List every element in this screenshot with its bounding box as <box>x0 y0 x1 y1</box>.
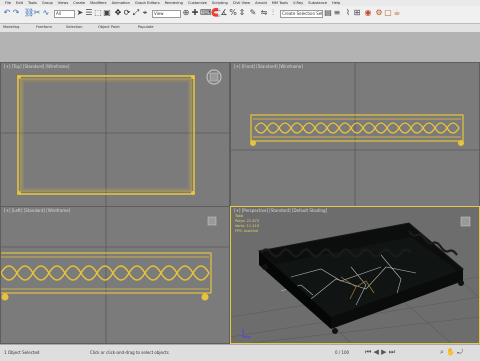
menu-item[interactable]: Rendering <box>165 1 183 5</box>
select-object-icon[interactable]: ➤ <box>76 9 84 17</box>
link-icon[interactable]: ⛓ <box>24 9 34 17</box>
ribbon-tab-object-paint[interactable]: Object Paint <box>98 25 120 29</box>
keyboard-shortcut-icon[interactable]: ⌨ <box>200 9 212 17</box>
place-icon[interactable]: ⌖ <box>141 9 149 17</box>
redo-icon[interactable]: ↷ <box>12 9 20 17</box>
menu-item[interactable]: Help <box>332 1 340 5</box>
align-icon[interactable]: ⫶ <box>269 9 277 17</box>
reference-coordinate-dropdown[interactable]: View <box>152 10 181 18</box>
toggle-scene-explorer-icon[interactable]: ▤ <box>324 9 332 17</box>
menu-item[interactable]: File <box>5 1 11 5</box>
menu-item[interactable]: Substance <box>308 1 327 5</box>
render-setup-icon[interactable]: ⚙ <box>375 9 383 17</box>
angle-snap-icon[interactable]: ∡ <box>220 9 228 17</box>
left-view-wireframe <box>1 207 229 343</box>
viewport-perspective[interactable]: [+] [Perspective] [Standard] [Default Sh… <box>230 206 480 344</box>
curve-editor-icon[interactable]: ⌇ <box>344 9 352 17</box>
menu-item[interactable]: Graph Editors <box>135 1 160 5</box>
ribbon-tabs: Modeling Freeform Selection Object Paint… <box>0 24 480 32</box>
menu-item[interactable]: Animation <box>112 1 130 5</box>
scale-icon[interactable]: ⤢ <box>132 9 140 17</box>
spinner-snap-icon[interactable]: ⇕ <box>238 9 246 17</box>
rotate-icon[interactable]: ⟳ <box>123 9 131 17</box>
menu-item[interactable]: Modifiers <box>90 1 106 5</box>
bind-spacewarp-icon[interactable]: ∿ <box>42 9 50 17</box>
status-bar: 1 Object Selected Click or click-and-dra… <box>0 344 480 361</box>
snaps-toggle-icon[interactable]: 🧲 <box>211 9 221 17</box>
menu-item[interactable]: Tools <box>28 1 37 5</box>
render-production-icon[interactable]: ☕ <box>393 9 401 17</box>
menu-item[interactable]: Group <box>42 1 53 5</box>
select-by-name-icon[interactable]: ☰ <box>85 9 93 17</box>
window-crossing-icon[interactable]: ▣ <box>103 9 111 17</box>
frame-counter[interactable]: 0 / 100 <box>335 350 349 355</box>
named-selection-set-dropdown[interactable]: Create Selection Set <box>280 10 323 18</box>
menu-item[interactable]: V-Ray <box>293 1 303 5</box>
ribbon-tab-selection[interactable]: Selection <box>66 25 83 29</box>
menu-item[interactable]: Scripting <box>212 1 228 5</box>
menu-item[interactable]: Arnold <box>255 1 267 5</box>
selection-filter-dropdown[interactable]: All <box>54 10 75 18</box>
menu-item[interactable]: Views <box>58 1 68 5</box>
viewport-left[interactable]: [+] [Left] [Standard] [Wireframe] <box>0 206 230 344</box>
mirror-icon[interactable]: ⇋ <box>260 9 268 17</box>
undo-icon[interactable]: ↶ <box>3 9 11 17</box>
percent-snap-icon[interactable]: % <box>229 9 237 17</box>
pivot-center-icon[interactable]: ⊕ <box>182 9 190 17</box>
menu-item[interactable]: Civil View <box>233 1 250 5</box>
main-toolbar: ↶ ↷ ⛓ ✂ ∿ All ➤ ☰ ⬚ ▣ ✥ ⟳ ⤢ ⌖ View ⊕ ✚ ⌨… <box>0 6 480 24</box>
material-editor-icon[interactable]: ◉ <box>364 9 372 17</box>
rendered-frame-window-icon[interactable]: ▢ <box>384 9 392 17</box>
playback-controls-icon[interactable]: ⏮ ◀ ▶ ⏭ <box>365 348 395 357</box>
perspective-render <box>231 216 479 343</box>
toggle-layer-explorer-icon[interactable]: ≡ <box>333 9 341 17</box>
ribbon-tab-populate[interactable]: Populate <box>138 25 154 29</box>
ribbon-tab-freeform[interactable]: Freeform <box>36 25 52 29</box>
prompt-line: Click or click-and-drag to select object… <box>90 350 169 355</box>
edit-named-selections-icon[interactable]: ✎ <box>249 9 257 17</box>
ribbon-tab-modeling[interactable]: Modeling <box>3 25 19 29</box>
unlink-icon[interactable]: ✂ <box>33 9 41 17</box>
menu-item[interactable]: MM Tools <box>272 1 288 5</box>
move-icon[interactable]: ✥ <box>114 9 122 17</box>
selection-status: 1 Object Selected <box>4 350 40 355</box>
menu-item[interactable]: Create <box>73 1 85 5</box>
rect-selection-icon[interactable]: ⬚ <box>94 9 102 17</box>
menu-item[interactable]: Customize <box>188 1 207 5</box>
schematic-view-icon[interactable]: ⊞ <box>353 9 361 17</box>
viewport-area: [+] [Top] [Standard] [Wireframe] [+] [Fr… <box>0 32 480 344</box>
select-manipulate-icon[interactable]: ✚ <box>191 9 199 17</box>
viewport-navigation-icon[interactable]: ⌕ ✋ ⤾ <box>440 348 463 357</box>
menu-item[interactable]: Edit <box>16 1 23 5</box>
